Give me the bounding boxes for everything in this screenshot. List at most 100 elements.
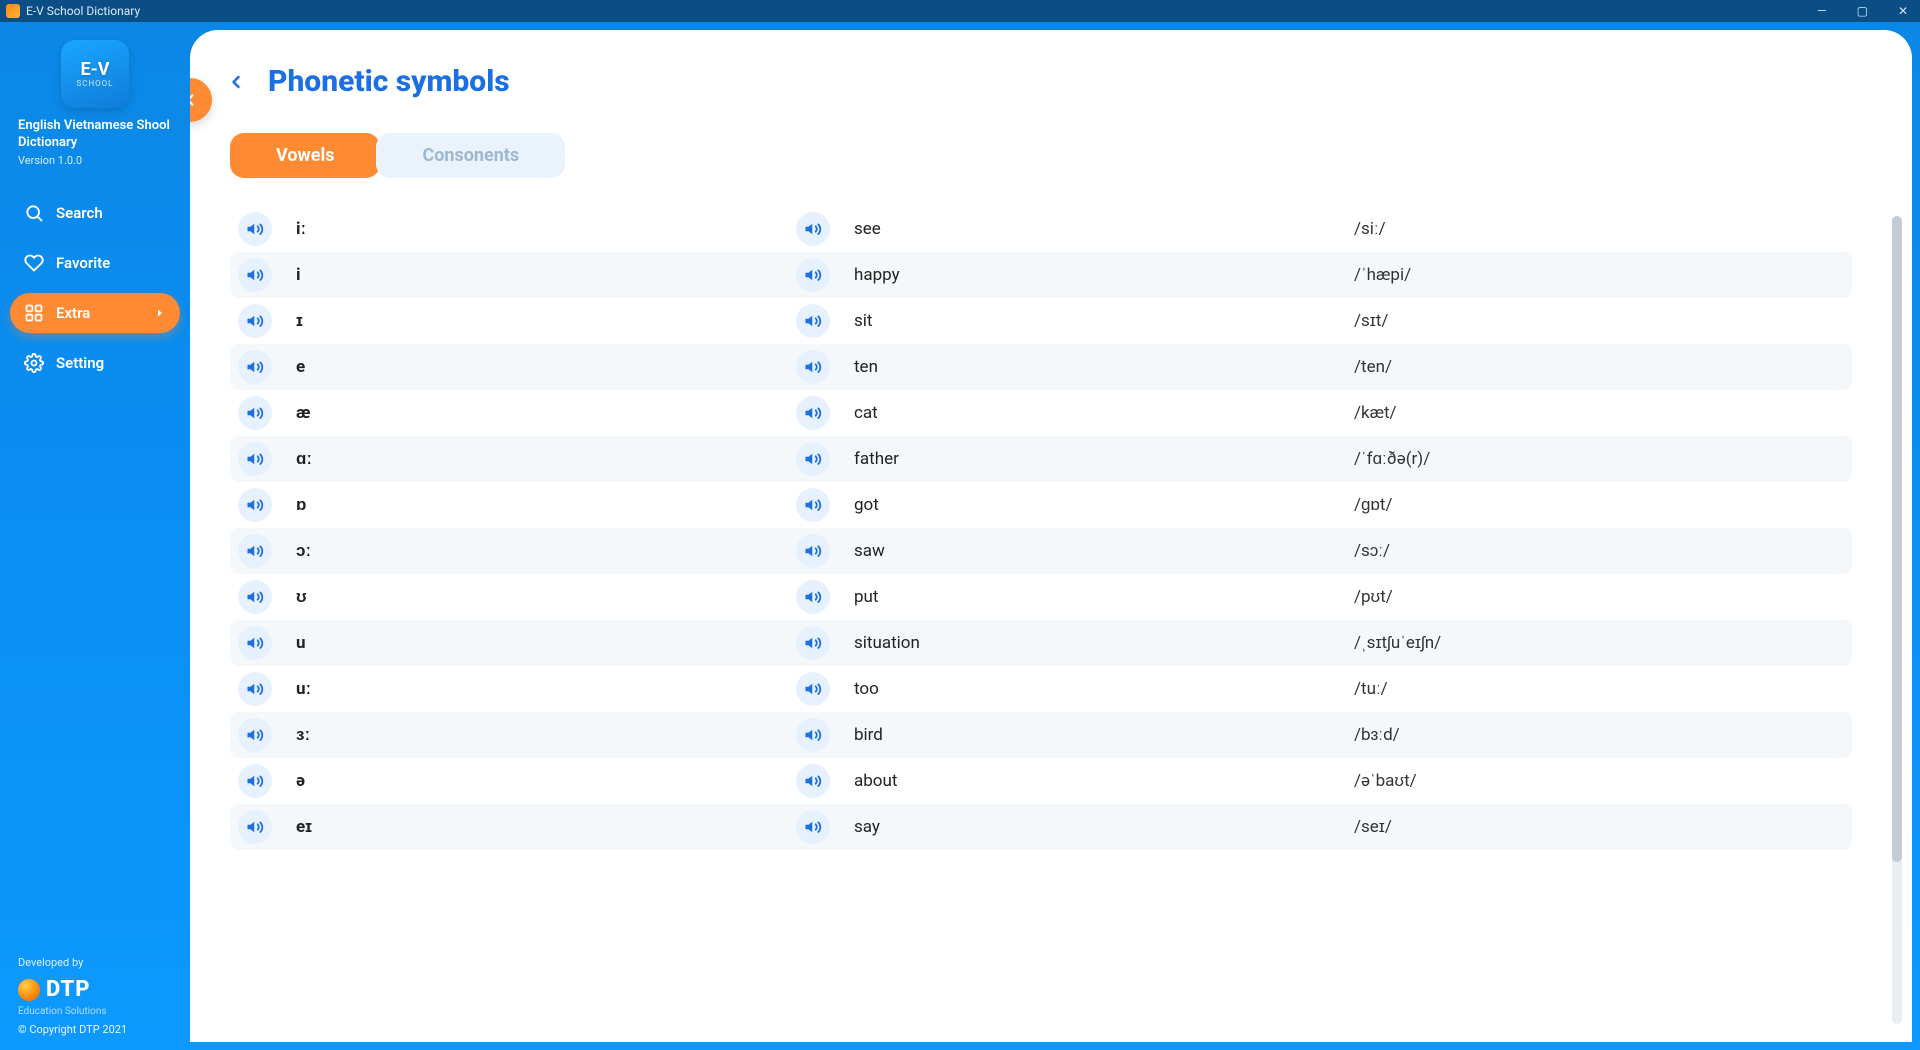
pronunciation: /sɪt/ bbox=[1354, 311, 1844, 331]
play-word-audio-button[interactable] bbox=[796, 580, 830, 614]
phonetic-symbol: i bbox=[296, 265, 786, 285]
play-word-audio-button[interactable] bbox=[796, 810, 830, 844]
tab-consonents[interactable]: Consonents bbox=[376, 133, 565, 178]
example-word: father bbox=[854, 449, 1344, 469]
pronunciation: /tuː/ bbox=[1354, 679, 1844, 699]
phonetic-rows[interactable]: iːsee/siː/ihappy/ˈhæpi/ɪsit/sɪt/eten/ten… bbox=[230, 206, 1872, 1042]
phonetic-row: ihappy/ˈhæpi/ bbox=[230, 252, 1852, 298]
play-symbol-audio-button[interactable] bbox=[238, 488, 272, 522]
phonetic-symbol: uː bbox=[296, 679, 786, 699]
sidebar-item-setting[interactable]: Setting bbox=[10, 343, 180, 383]
window-maximize-button[interactable]: ▢ bbox=[1851, 4, 1874, 18]
phonetic-row: eten/ten/ bbox=[230, 344, 1852, 390]
example-word: too bbox=[854, 679, 1344, 699]
dtp-tagline: Education Solutions bbox=[18, 1006, 180, 1017]
example-word: ten bbox=[854, 357, 1344, 377]
tabs: Vowels Consonents bbox=[230, 133, 1912, 178]
pronunciation: /əˈbaʊt/ bbox=[1354, 771, 1844, 791]
sidebar-item-favorite[interactable]: Favorite bbox=[10, 243, 180, 283]
pronunciation: /seɪ/ bbox=[1354, 817, 1844, 837]
play-symbol-audio-button[interactable] bbox=[238, 626, 272, 660]
tab-vowels[interactable]: Vowels bbox=[230, 133, 380, 178]
sidebar-item-label: Setting bbox=[56, 354, 104, 372]
chevron-right-icon bbox=[154, 307, 166, 319]
play-word-audio-button[interactable] bbox=[796, 396, 830, 430]
play-symbol-audio-button[interactable] bbox=[238, 810, 272, 844]
play-word-audio-button[interactable] bbox=[796, 672, 830, 706]
play-word-audio-button[interactable] bbox=[796, 534, 830, 568]
play-symbol-audio-button[interactable] bbox=[238, 396, 272, 430]
example-word: cat bbox=[854, 403, 1344, 423]
play-word-audio-button[interactable] bbox=[796, 764, 830, 798]
dtp-brand-text: DTP bbox=[46, 977, 90, 1002]
window-close-button[interactable]: ✕ bbox=[1892, 4, 1914, 18]
grid-icon bbox=[24, 303, 44, 323]
heart-icon bbox=[24, 253, 44, 273]
pronunciation: /bɜːd/ bbox=[1354, 725, 1844, 745]
play-symbol-audio-button[interactable] bbox=[238, 350, 272, 384]
play-symbol-audio-button[interactable] bbox=[238, 672, 272, 706]
phonetic-row: ɑːfather/ˈfɑːðə(r)/ bbox=[230, 436, 1852, 482]
phonetic-row: ə about/əˈbaʊt/ bbox=[230, 758, 1852, 804]
pronunciation: /kæt/ bbox=[1354, 403, 1844, 423]
scrollbar-track[interactable] bbox=[1892, 216, 1902, 1024]
example-word: saw bbox=[854, 541, 1344, 561]
play-word-audio-button[interactable] bbox=[796, 258, 830, 292]
pronunciation: /ten/ bbox=[1354, 357, 1844, 377]
window-title: E-V School Dictionary bbox=[26, 4, 140, 18]
phonetic-row: ɪsit/sɪt/ bbox=[230, 298, 1852, 344]
play-symbol-audio-button[interactable] bbox=[238, 764, 272, 798]
pronunciation: /ˈfɑːðə(r)/ bbox=[1354, 449, 1844, 469]
pronunciation: /siː/ bbox=[1354, 219, 1844, 239]
gear-icon bbox=[24, 353, 44, 373]
sidebar-item-label: Search bbox=[56, 204, 103, 222]
example-word: see bbox=[854, 219, 1344, 239]
back-button[interactable] bbox=[226, 72, 246, 92]
tab-label: Vowels bbox=[276, 145, 334, 166]
sidebar: E-V SCHOOL English Vietnamese Shool Dict… bbox=[0, 22, 190, 1050]
play-symbol-audio-button[interactable] bbox=[238, 580, 272, 614]
window-controls: — ▢ ✕ bbox=[1811, 4, 1914, 18]
window-titlebar: E-V School Dictionary — ▢ ✕ bbox=[0, 0, 1920, 22]
developed-by-label: Developed by bbox=[18, 956, 180, 969]
play-word-audio-button[interactable] bbox=[796, 718, 830, 752]
brand-version: Version 1.0.0 bbox=[10, 154, 180, 167]
play-word-audio-button[interactable] bbox=[796, 442, 830, 476]
play-symbol-audio-button[interactable] bbox=[238, 304, 272, 338]
phonetic-row: uː too/tuː/ bbox=[230, 666, 1852, 712]
example-word: about bbox=[854, 771, 1344, 791]
window-minimize-button[interactable]: — bbox=[1811, 4, 1832, 18]
play-word-audio-button[interactable] bbox=[796, 304, 830, 338]
phonetic-row: ɜːbird/bɜːd/ bbox=[230, 712, 1852, 758]
phonetic-symbol: ə bbox=[296, 771, 786, 791]
phonetic-row: usituation/ˌsɪtʃuˈeɪʃn/ bbox=[230, 620, 1852, 666]
play-symbol-audio-button[interactable] bbox=[238, 442, 272, 476]
sidebar-item-extra[interactable]: Extra bbox=[10, 293, 180, 333]
play-symbol-audio-button[interactable] bbox=[238, 212, 272, 246]
play-word-audio-button[interactable] bbox=[796, 350, 830, 384]
play-word-audio-button[interactable] bbox=[796, 212, 830, 246]
phonetic-symbol: ɜː bbox=[296, 725, 786, 745]
page-header: Phonetic symbols bbox=[190, 30, 1912, 107]
brand-logo-icon: E-V SCHOOL bbox=[61, 40, 129, 108]
content-panel: Phonetic symbols Vowels Consonents iːsee… bbox=[190, 30, 1912, 1042]
app-root: E-V SCHOOL English Vietnamese Shool Dict… bbox=[0, 22, 1920, 1050]
pronunciation: /ɡɒt/ bbox=[1354, 495, 1844, 515]
example-word: sit bbox=[854, 311, 1344, 331]
play-symbol-audio-button[interactable] bbox=[238, 534, 272, 568]
brand-logo-subtext: SCHOOL bbox=[77, 79, 114, 88]
play-symbol-audio-button[interactable] bbox=[238, 718, 272, 752]
play-symbol-audio-button[interactable] bbox=[238, 258, 272, 292]
sidebar-nav: Search Favorite Extra bbox=[10, 193, 180, 383]
page-title: Phonetic symbols bbox=[268, 64, 510, 99]
phonetic-symbol: ɒ bbox=[296, 495, 786, 515]
phonetic-row: ɔːsaw/sɔː/ bbox=[230, 528, 1852, 574]
example-word: got bbox=[854, 495, 1344, 515]
scrollbar-thumb[interactable] bbox=[1892, 216, 1902, 862]
pronunciation: /ˈhæpi/ bbox=[1354, 265, 1844, 285]
dtp-logo: DTP bbox=[18, 977, 180, 1002]
sidebar-footer: Developed by DTP Education Solutions © C… bbox=[10, 956, 180, 1036]
play-word-audio-button[interactable] bbox=[796, 626, 830, 660]
sidebar-item-search[interactable]: Search bbox=[10, 193, 180, 233]
play-word-audio-button[interactable] bbox=[796, 488, 830, 522]
